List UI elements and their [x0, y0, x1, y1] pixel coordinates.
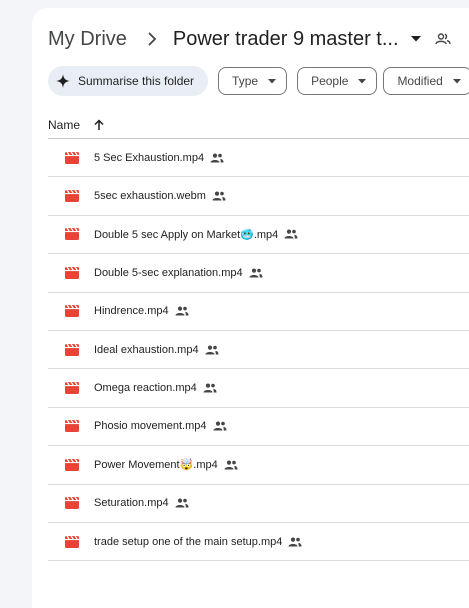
- caret-down-icon: [358, 78, 367, 84]
- people-icon: [205, 345, 219, 355]
- filter-type-label: Type: [232, 74, 259, 88]
- filter-modified-label: Modified: [397, 74, 443, 88]
- video-file-icon: [65, 535, 79, 548]
- filter-type-chip[interactable]: Type: [218, 67, 288, 95]
- file-row[interactable]: Double 5 sec Apply on Market🥶.mp4: [48, 216, 469, 255]
- filter-toolbar: Summarise this folder Type People Modifi…: [48, 66, 469, 96]
- file-name: Seturation.mp4: [94, 497, 169, 510]
- filter-people-chip[interactable]: People: [297, 67, 378, 95]
- chevron-right-icon: [147, 32, 157, 46]
- filter-modified-chip[interactable]: Modified: [383, 67, 469, 95]
- file-row[interactable]: Power Movement🤯.mp4: [48, 446, 469, 485]
- breadcrumb-my-drive[interactable]: My Drive: [48, 26, 127, 53]
- filter-people-label: People: [311, 74, 349, 88]
- people-icon: [288, 537, 302, 547]
- file-row[interactable]: Seturation.mp4: [48, 485, 469, 523]
- file-row[interactable]: 5sec exhaustion.webm: [48, 177, 469, 216]
- file-row[interactable]: Omega reaction.mp4: [48, 369, 469, 408]
- video-file-icon: [65, 458, 79, 471]
- main-panel: My Drive Power trader 9 master t... Summ…: [32, 8, 469, 608]
- people-icon: [224, 460, 238, 470]
- file-name: Omega reaction.mp4: [94, 382, 197, 395]
- people-icon: [213, 421, 227, 431]
- video-file-icon: [65, 382, 79, 395]
- breadcrumb: My Drive Power trader 9 master t...: [48, 24, 451, 54]
- file-row[interactable]: Hindrence.mp4: [48, 293, 469, 331]
- file-row[interactable]: Ideal exhaustion.mp4: [48, 331, 469, 370]
- breadcrumb-current-folder[interactable]: Power trader 9 master t...: [173, 28, 451, 51]
- caret-down-icon[interactable]: [410, 36, 421, 42]
- people-icon: [203, 383, 217, 393]
- video-file-icon: [65, 305, 79, 318]
- video-file-icon: [65, 497, 79, 510]
- file-name: Hindrence.mp4: [94, 305, 169, 318]
- file-name: 5 Sec Exhaustion.mp4: [94, 151, 205, 164]
- shared-folder-people-icon: [434, 33, 451, 45]
- file-row[interactable]: Double 5-sec explanation.mp4: [48, 254, 469, 293]
- file-name: Phosio movement.mp4: [94, 420, 207, 433]
- breadcrumb-current-label: Power trader 9 master t...: [172, 27, 399, 50]
- file-name: Double 5-sec explanation.mp4: [94, 266, 243, 279]
- people-icon: [249, 268, 263, 278]
- column-name-header[interactable]: Name: [48, 118, 80, 132]
- video-file-icon: [65, 420, 79, 433]
- people-icon: [284, 229, 298, 239]
- summarise-folder-button[interactable]: Summarise this folder: [48, 66, 209, 96]
- file-name: Ideal exhaustion.mp4: [94, 343, 199, 356]
- summarise-folder-label: Summarise this folder: [78, 74, 195, 88]
- file-name: trade setup one of the main setup.mp4: [94, 535, 283, 548]
- caret-down-icon: [452, 78, 461, 84]
- video-file-icon: [65, 228, 79, 241]
- video-file-icon: [65, 151, 79, 164]
- people-icon: [212, 191, 226, 201]
- video-file-icon: [65, 343, 79, 356]
- file-row[interactable]: Phosio movement.mp4: [48, 408, 469, 447]
- people-icon: [210, 153, 224, 163]
- file-list: 5 Sec Exhaustion.mp4 5sec exhaustion.webm…: [48, 139, 469, 562]
- arrow-up-icon[interactable]: [94, 118, 104, 131]
- file-name: 5sec exhaustion.webm: [94, 190, 206, 203]
- people-icon: [175, 306, 189, 316]
- file-row[interactable]: trade setup one of the main setup.mp4: [48, 523, 469, 562]
- caret-down-icon: [268, 78, 277, 84]
- file-row[interactable]: 5 Sec Exhaustion.mp4: [48, 139, 469, 178]
- file-name: Double 5 sec Apply on Market🥶.mp4: [94, 228, 279, 241]
- people-icon: [175, 498, 189, 508]
- video-file-icon: [65, 266, 79, 279]
- file-name: Power Movement🤯.mp4: [94, 459, 218, 472]
- sparkle-icon: [56, 74, 70, 88]
- video-file-icon: [65, 190, 79, 203]
- file-list-header: Name: [48, 111, 469, 139]
